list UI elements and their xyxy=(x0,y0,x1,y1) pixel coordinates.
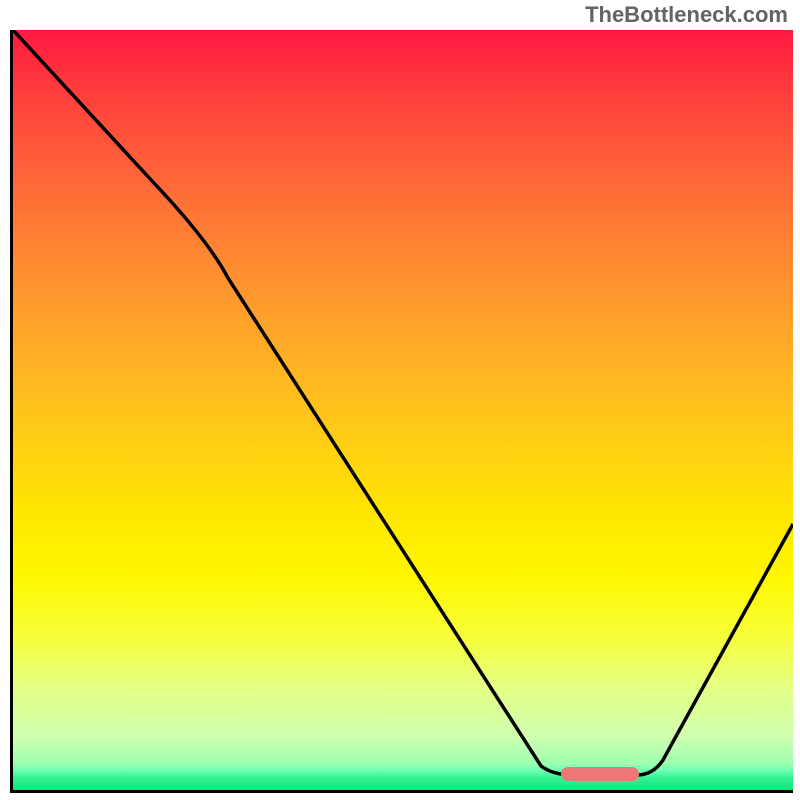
optimal-marker xyxy=(561,767,639,781)
bottleneck-curve xyxy=(13,30,793,775)
attribution-label: TheBottleneck.com xyxy=(585,2,788,28)
curve-svg xyxy=(13,30,793,790)
chart-container: TheBottleneck.com xyxy=(0,0,800,800)
plot-area xyxy=(10,30,793,793)
